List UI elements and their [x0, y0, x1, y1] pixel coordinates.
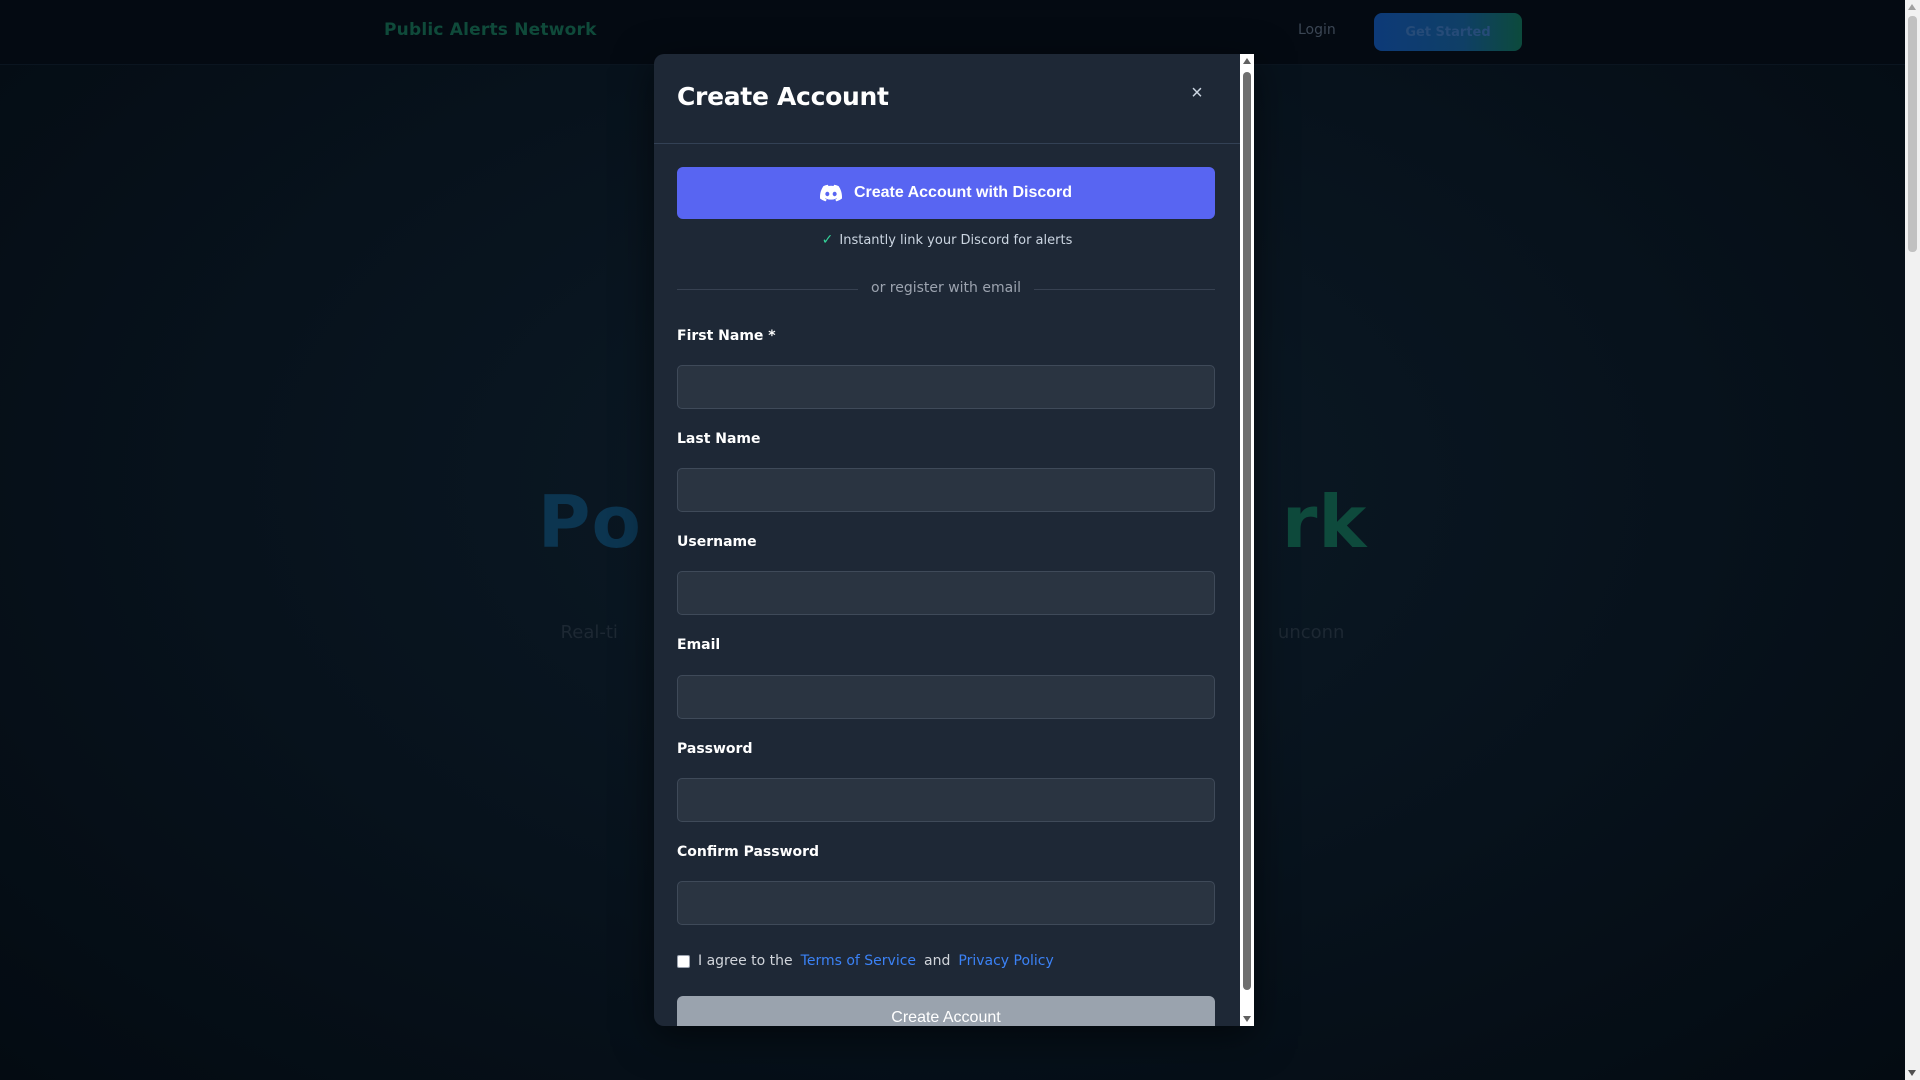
check-icon: ✓ — [821, 232, 834, 248]
last-name-label: Last Name — [677, 431, 761, 447]
create-account-button[interactable]: Create Account — [677, 996, 1215, 1026]
page-scroll-down-icon[interactable] — [1908, 1070, 1916, 1076]
page-scroll-up-icon[interactable] — [1908, 4, 1916, 10]
discord-signup-button[interactable]: Create Account with Discord — [677, 167, 1215, 219]
or-divider: or register with email — [677, 280, 1215, 298]
modal-scroll-thumb[interactable] — [1243, 72, 1251, 990]
modal-title: Create Account — [677, 82, 889, 111]
modal-header: Create Account × — [654, 54, 1240, 144]
password-input[interactable] — [677, 778, 1215, 822]
divider-text: or register with email — [871, 280, 1021, 296]
username-input[interactable] — [677, 571, 1215, 615]
modal-scroll-down-icon[interactable] — [1243, 1016, 1251, 1022]
confirm-password-input[interactable] — [677, 881, 1215, 925]
confirm-password-label: Confirm Password — [677, 844, 820, 860]
email-label: Email — [677, 637, 721, 653]
hero-title-right: rk — [1281, 480, 1368, 564]
login-link[interactable]: Login — [1298, 22, 1336, 38]
discord-icon — [819, 184, 842, 202]
privacy-policy-link[interactable]: Privacy Policy — [958, 953, 1053, 969]
hero-subtitle-left: Real-ti — [560, 622, 618, 643]
hero-subtitle-right: unconn — [1277, 622, 1345, 643]
first-name-label: First Name * — [677, 328, 776, 344]
email-input[interactable] — [677, 675, 1215, 719]
last-name-input[interactable] — [677, 468, 1215, 512]
agree-and: and — [924, 953, 951, 969]
discord-perk: ✓ Instantly link your Discord for alerts — [654, 232, 1240, 248]
agree-prefix: I agree to the — [698, 953, 793, 969]
page-scrollbar[interactable] — [1905, 0, 1920, 1080]
close-icon[interactable]: × — [1186, 82, 1208, 104]
divider-line-right — [1034, 289, 1215, 290]
username-label: Username — [677, 534, 757, 550]
hero-title-left: Po — [537, 480, 642, 564]
terms-agreement: I agree to the Terms of Service and Priv… — [677, 951, 1062, 971]
discord-button-label: Create Account with Discord — [853, 184, 1073, 201]
password-label: Password — [677, 741, 753, 757]
terms-checkbox[interactable] — [677, 954, 690, 968]
brand-logo-text[interactable]: Public Alerts Network — [384, 20, 597, 40]
modal-scrollbar[interactable] — [1240, 54, 1254, 1026]
page-scroll-thumb[interactable] — [1908, 16, 1917, 252]
modal-scroll-up-icon[interactable] — [1243, 58, 1251, 64]
get-started-button[interactable]: Get Started — [1374, 13, 1522, 51]
terms-of-service-link[interactable]: Terms of Service — [801, 953, 916, 969]
create-account-modal: Create Account × Create Account with Dis… — [654, 54, 1254, 1026]
discord-perk-text: Instantly link your Discord for alerts — [839, 233, 1073, 248]
first-name-input[interactable] — [677, 365, 1215, 409]
